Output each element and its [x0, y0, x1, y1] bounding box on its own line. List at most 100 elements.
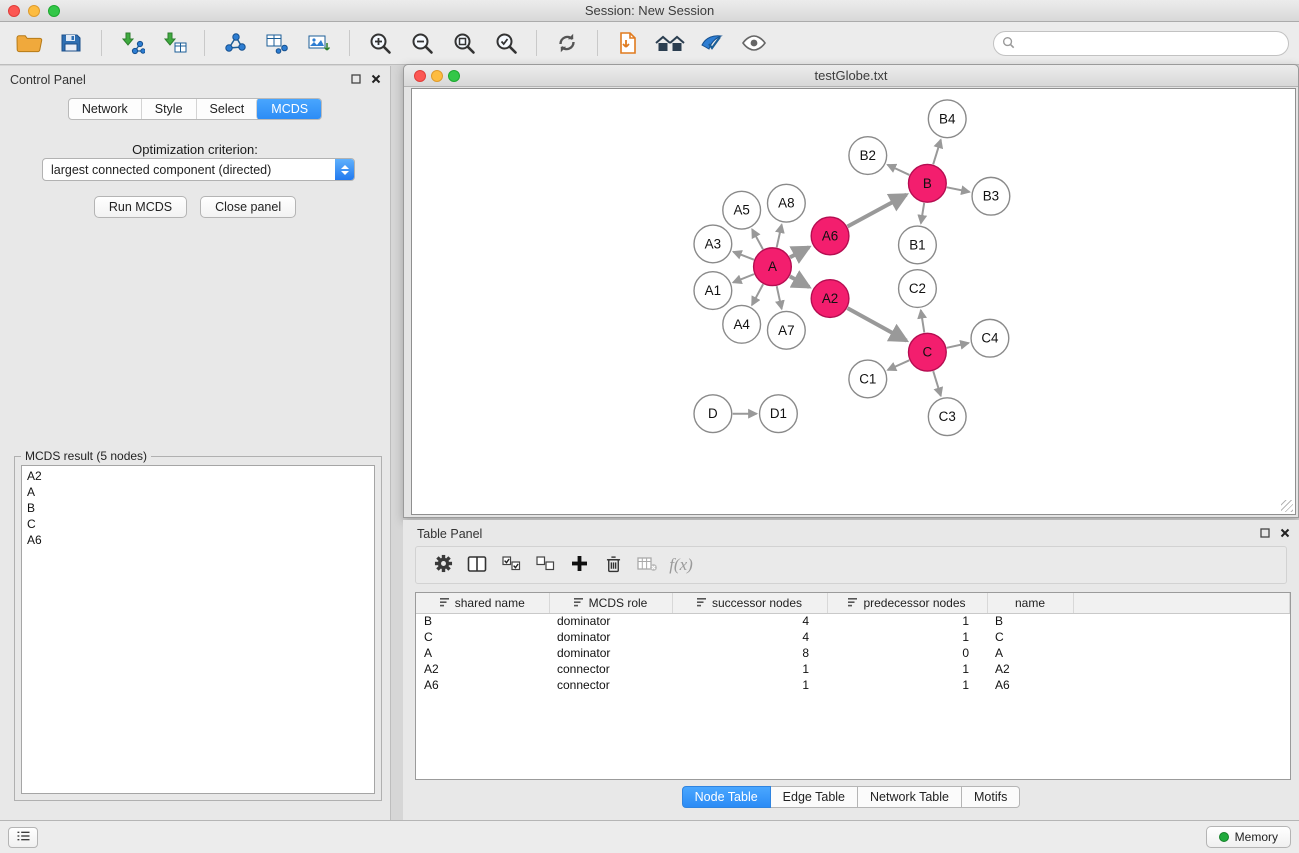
import-table-button[interactable]	[156, 27, 192, 59]
graph-node-A2[interactable]: A2	[811, 280, 849, 318]
function-builder-button[interactable]: f(x)	[664, 550, 698, 580]
zoom-fit-button[interactable]	[446, 27, 482, 59]
column-header-mcds-role[interactable]: MCDS role	[549, 593, 672, 613]
table-cell[interactable]: 1	[827, 629, 987, 645]
tab-style[interactable]: Style	[141, 99, 196, 119]
graph-edge-A6-B[interactable]	[848, 195, 907, 227]
tab-network[interactable]: Network	[69, 99, 141, 119]
graph-edge-B-B2[interactable]	[888, 165, 910, 175]
import-document-button[interactable]	[610, 27, 646, 59]
delete-column-button[interactable]	[596, 550, 630, 580]
graph-node-A[interactable]: A	[754, 248, 792, 286]
column-header-predecessor-nodes[interactable]: predecessor nodes	[827, 593, 987, 613]
graph-edge-C-C2[interactable]	[921, 310, 924, 332]
close-panel-button[interactable]: Close panel	[200, 196, 296, 218]
graph-edge-C-C3[interactable]	[933, 371, 941, 396]
table-row[interactable]: Adominator80A	[416, 645, 1290, 661]
graph-edge-C-C1[interactable]	[888, 360, 910, 370]
network-from-table-button[interactable]	[259, 27, 295, 59]
tab-network-table[interactable]: Network Table	[858, 786, 962, 808]
delete-table-button[interactable]	[630, 550, 664, 580]
table-cell[interactable]: A6	[987, 677, 1073, 693]
table-cell[interactable]: dominator	[549, 629, 672, 645]
tab-motifs[interactable]: Motifs	[962, 786, 1020, 808]
save-session-button[interactable]	[53, 27, 89, 59]
graph-node-D1[interactable]: D1	[760, 395, 798, 433]
table-row[interactable]: Bdominator41B	[416, 613, 1290, 629]
float-table-panel-icon[interactable]	[1259, 527, 1271, 539]
graph-node-B3[interactable]: B3	[972, 177, 1010, 215]
graph-node-A7[interactable]: A7	[767, 311, 805, 349]
column-header-successor-nodes[interactable]: successor nodes	[672, 593, 827, 613]
table-cell[interactable]: A6	[416, 677, 549, 693]
graph-node-B1[interactable]: B1	[899, 226, 937, 264]
open-session-button[interactable]	[11, 27, 47, 59]
table-cell[interactable]: A	[987, 645, 1073, 661]
graph-node-A1[interactable]: A1	[694, 272, 732, 310]
table-cell[interactable]: 4	[672, 629, 827, 645]
graph-node-B4[interactable]: B4	[928, 100, 966, 138]
table-cell[interactable]: connector	[549, 677, 672, 693]
mcds-result-item[interactable]: A6	[22, 532, 374, 548]
graph-edge-A-A8[interactable]	[777, 225, 782, 248]
window-resize-grip[interactable]	[1281, 500, 1293, 512]
search-box[interactable]	[993, 31, 1289, 56]
float-panel-icon[interactable]	[350, 73, 362, 85]
table-row[interactable]: A2connector11A2	[416, 661, 1290, 677]
graph-edge-A-A5[interactable]	[752, 229, 763, 249]
mcds-result-item[interactable]: C	[22, 516, 374, 532]
search-input[interactable]	[1015, 37, 1288, 51]
task-history-button[interactable]	[8, 827, 38, 848]
create-column-button[interactable]	[562, 550, 596, 580]
refresh-button[interactable]	[549, 27, 585, 59]
table-cell[interactable]: 4	[672, 613, 827, 629]
show-hide-button[interactable]	[736, 27, 772, 59]
close-panel-icon[interactable]	[370, 73, 382, 85]
home-button[interactable]	[652, 27, 688, 59]
zoom-in-button[interactable]	[362, 27, 398, 59]
graph-node-C3[interactable]: C3	[928, 398, 966, 436]
validate-button[interactable]	[694, 27, 730, 59]
graph-node-C[interactable]: C	[908, 333, 946, 371]
graph-edge-A-A2[interactable]	[790, 276, 809, 287]
optimization-criterion-dropdown[interactable]: largest connected component (directed)	[42, 158, 355, 181]
deselect-all-rows-button[interactable]	[528, 550, 562, 580]
table-cell[interactable]: A2	[987, 661, 1073, 677]
graph-edge-A2-C[interactable]	[847, 308, 906, 341]
table-cell[interactable]: A	[416, 645, 549, 661]
graph-edge-A-A4[interactable]	[752, 284, 763, 305]
mcds-result-item[interactable]: A	[22, 484, 374, 500]
table-cell[interactable]: 1	[672, 661, 827, 677]
network-canvas[interactable]: B4B2BB3A5A8A6A3B1AC2A1A2A4A7C4CC1C3DD1	[411, 88, 1296, 515]
select-all-rows-button[interactable]	[494, 550, 528, 580]
table-cell[interactable]: connector	[549, 661, 672, 677]
tab-edge-table[interactable]: Edge Table	[771, 786, 858, 808]
memory-button[interactable]: Memory	[1206, 826, 1291, 848]
graph-node-C4[interactable]: C4	[971, 319, 1009, 357]
table-cell[interactable]: dominator	[549, 645, 672, 661]
graph-edge-A-A1[interactable]	[733, 274, 754, 282]
graph-node-C2[interactable]: C2	[899, 270, 937, 308]
graph-edge-A-A7[interactable]	[777, 286, 782, 309]
close-table-panel-icon[interactable]	[1279, 527, 1291, 539]
graph-node-A4[interactable]: A4	[723, 305, 761, 343]
table-settings-button[interactable]	[426, 550, 460, 580]
table-cell[interactable]: B	[416, 613, 549, 629]
table-cell[interactable]: 1	[827, 661, 987, 677]
column-header-shared-name[interactable]: shared name	[416, 593, 549, 613]
tab-mcds[interactable]: MCDS	[256, 98, 322, 120]
column-header-name[interactable]: name	[987, 593, 1073, 613]
graph-edge-B-B3[interactable]	[947, 187, 970, 192]
graph-edge-B-B4[interactable]	[933, 140, 941, 165]
mcds-result-item[interactable]: B	[22, 500, 374, 516]
network-window-titlebar[interactable]: testGlobe.txt	[404, 65, 1298, 87]
run-mcds-button[interactable]: Run MCDS	[94, 196, 187, 218]
table-cell[interactable]: 0	[827, 645, 987, 661]
table-cell[interactable]: 1	[672, 677, 827, 693]
show-columns-button[interactable]	[460, 550, 494, 580]
table-cell[interactable]: C	[987, 629, 1073, 645]
graph-node-A5[interactable]: A5	[723, 191, 761, 229]
table-row[interactable]: Cdominator41C	[416, 629, 1290, 645]
table-cell[interactable]: 1	[827, 677, 987, 693]
graph-node-C1[interactable]: C1	[849, 360, 887, 398]
